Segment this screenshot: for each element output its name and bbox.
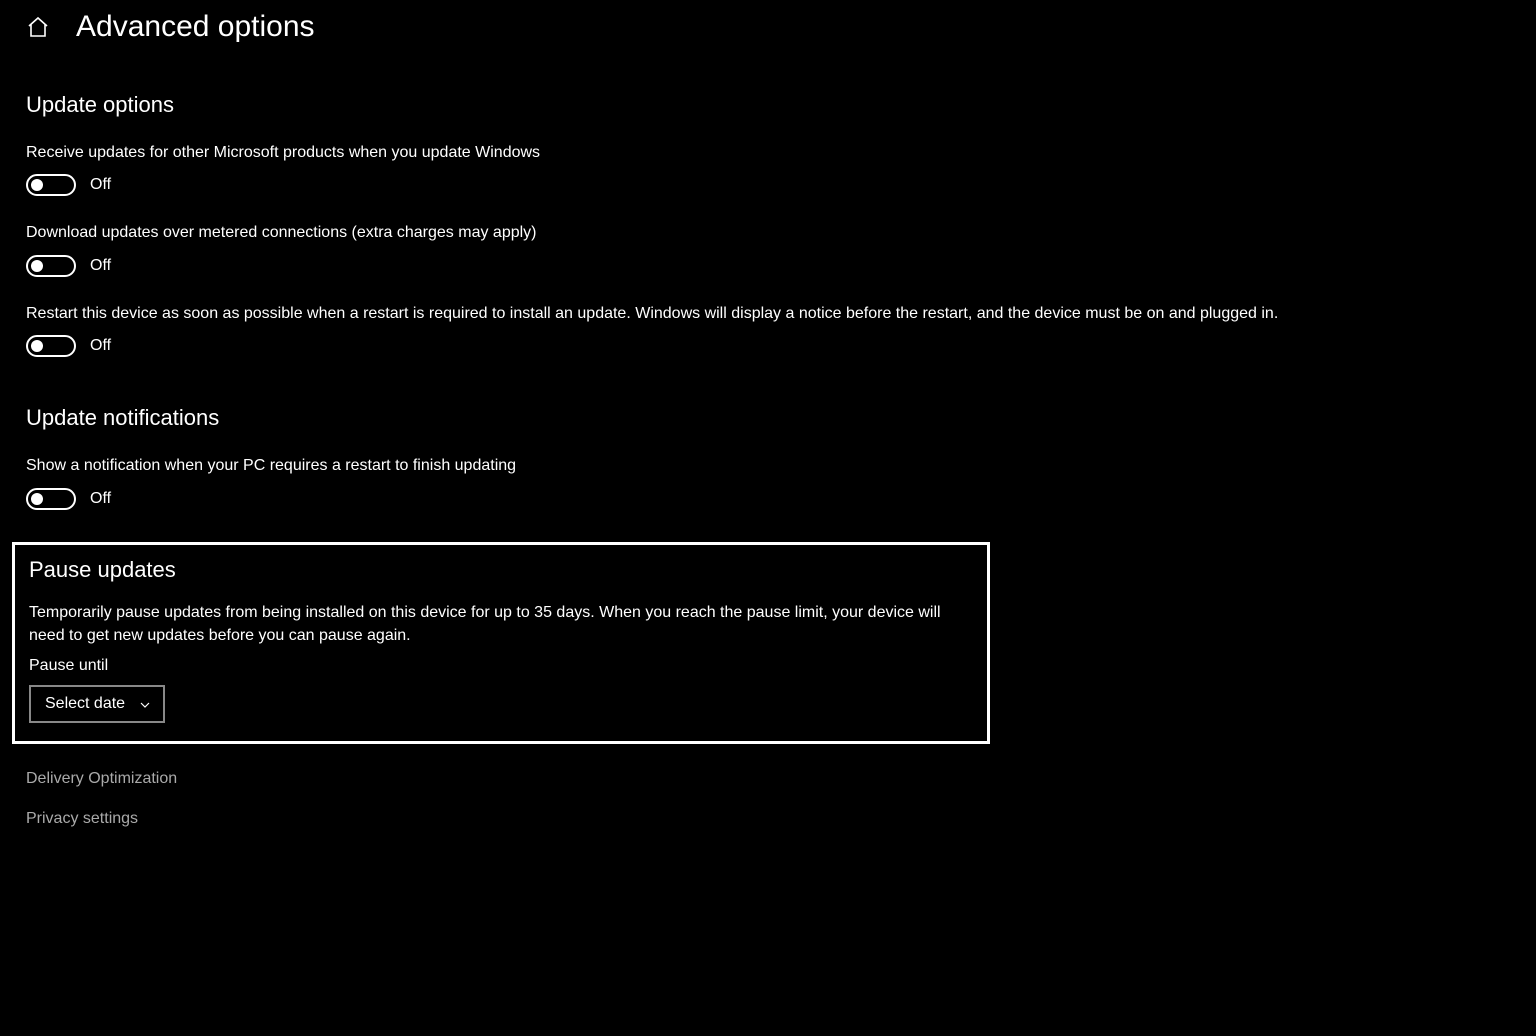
page-title: Advanced options bbox=[76, 10, 315, 44]
metered-connections-toggle[interactable] bbox=[26, 255, 76, 277]
update-options-heading: Update options bbox=[26, 92, 1510, 118]
update-notifications-heading: Update notifications bbox=[26, 405, 1510, 431]
restart-device-label: Restart this device as soon as possible … bbox=[26, 303, 1510, 325]
delivery-optimization-link[interactable]: Delivery Optimization bbox=[26, 770, 1510, 788]
privacy-settings-link[interactable]: Privacy settings bbox=[26, 810, 1510, 828]
pause-updates-heading: Pause updates bbox=[29, 557, 973, 583]
pause-updates-section: Pause updates Temporarily pause updates … bbox=[12, 542, 990, 744]
pause-until-label: Pause until bbox=[29, 657, 973, 675]
show-notification-state: Off bbox=[90, 490, 111, 508]
show-notification-label: Show a notification when your PC require… bbox=[26, 455, 1510, 477]
metered-connections-state: Off bbox=[90, 257, 111, 275]
pause-updates-description: Temporarily pause updates from being ins… bbox=[29, 601, 973, 647]
restart-device-toggle[interactable] bbox=[26, 335, 76, 357]
restart-device-state: Off bbox=[90, 337, 111, 355]
receive-updates-state: Off bbox=[90, 176, 111, 194]
home-icon[interactable] bbox=[26, 15, 50, 39]
select-date-dropdown[interactable]: Select date bbox=[29, 685, 165, 723]
chevron-down-icon bbox=[139, 698, 151, 710]
show-notification-toggle[interactable] bbox=[26, 488, 76, 510]
select-date-text: Select date bbox=[45, 695, 125, 713]
metered-connections-label: Download updates over metered connection… bbox=[26, 222, 1510, 244]
receive-updates-label: Receive updates for other Microsoft prod… bbox=[26, 142, 1510, 164]
receive-updates-toggle[interactable] bbox=[26, 174, 76, 196]
